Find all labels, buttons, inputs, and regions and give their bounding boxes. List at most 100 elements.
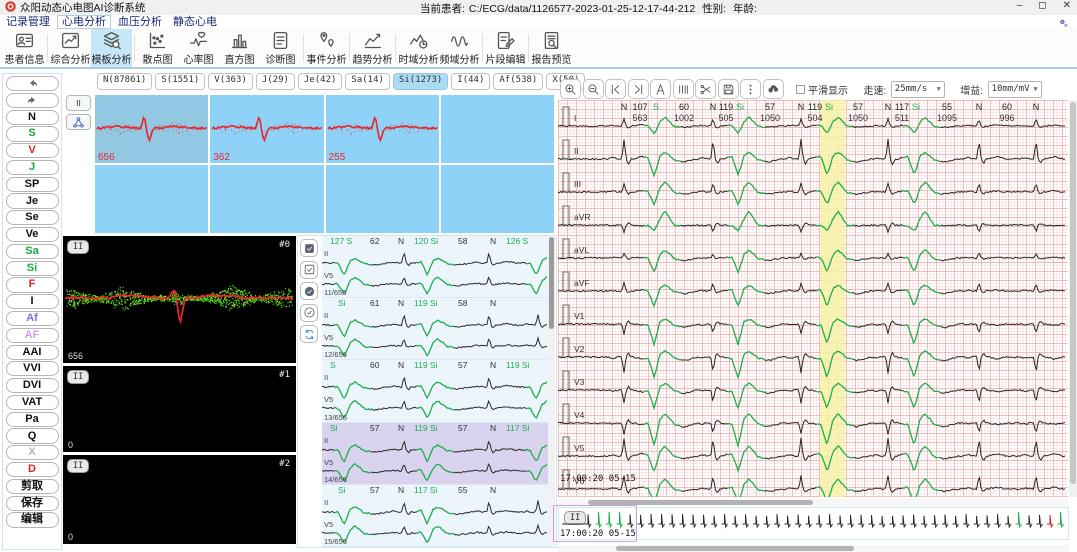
confirm-all-button[interactable] (300, 282, 318, 300)
panel-lead-button[interactable]: II (67, 459, 89, 473)
sidebar-class-button-编辑[interactable]: 编辑 (6, 512, 59, 527)
refresh-button[interactable] (300, 325, 318, 343)
undo-button[interactable] (6, 76, 59, 91)
rhythm-strip[interactable]: II 17:00:20 05-15 (558, 507, 1069, 540)
sidebar-class-button-V[interactable]: V (6, 143, 59, 158)
menu-item-4[interactable]: 静态心电 (169, 16, 221, 28)
sidebar-class-button-X[interactable]: X (6, 445, 59, 460)
template-tab-8[interactable]: I(44) (451, 73, 490, 90)
panel-lead-button[interactable]: II (67, 370, 89, 384)
smooth-display-checkbox[interactable] (796, 85, 805, 94)
toolbar-button-freqdomain[interactable]: 频域分析 (439, 29, 480, 67)
sidebar-class-button-SP[interactable]: SP (6, 177, 59, 192)
template-tab-3[interactable]: V(363) (208, 73, 253, 90)
close-button[interactable]: ✕ (1063, 0, 1071, 11)
scrollbar-thumb[interactable] (616, 546, 854, 551)
bars-button[interactable] (673, 79, 694, 99)
beat-strip-13[interactable]: S60N119 Si57N119 SiIIV513/656 (322, 360, 548, 422)
ecg-vertical-scrollbar[interactable] (1069, 100, 1077, 497)
template-tab-9[interactable]: Af(538) (493, 73, 543, 90)
template-tab-1[interactable]: N(87861) (97, 73, 152, 90)
sidebar-class-button-Q[interactable]: Q (6, 428, 59, 443)
sidebar-class-button-Ve[interactable]: Ve (6, 227, 59, 242)
sidebar-class-button-Sa[interactable]: Sa (6, 244, 59, 259)
template-cell-8[interactable] (441, 165, 554, 233)
toolbar-button-segmentedit[interactable]: 片段编辑 (485, 29, 526, 67)
maximize-button[interactable]: ◻ (1038, 0, 1046, 11)
toolbar-button-composite[interactable]: 综合分析 (50, 29, 91, 67)
gain-select[interactable]: 10mm/mV▼ (988, 81, 1042, 98)
toolbar-button-heartrate[interactable]: 心率图 (178, 29, 219, 67)
histogram-panel-2[interactable]: II#20 (63, 455, 296, 544)
sidebar-class-button-VAT[interactable]: VAT (6, 395, 59, 410)
sidebar-class-button-AAI[interactable]: AAI (6, 345, 59, 360)
toolbar-button-reportpreview[interactable]: 报告预览 (531, 29, 572, 67)
beat-list-scrollbar[interactable] (548, 237, 555, 547)
sidebar-class-button-Se[interactable]: Se (6, 210, 59, 225)
minimize-button[interactable]: – (1017, 0, 1023, 11)
sidebar-class-button-Af[interactable]: Af (6, 311, 59, 326)
toolbar-button-event[interactable]: 事件分析 (306, 29, 347, 67)
sidebar-class-button-AF[interactable]: AF (6, 328, 59, 343)
template-lead-button[interactable]: II (66, 95, 91, 111)
confirm-page-button[interactable] (300, 304, 318, 322)
scrollbar-thumb[interactable] (1070, 102, 1076, 484)
template-tab-4[interactable]: J(29) (256, 73, 295, 90)
template-cell-2[interactable]: Si362 (210, 95, 323, 163)
template-tab-6[interactable]: Sa(14) (345, 73, 390, 90)
beat-strip-11[interactable]: 127 S62N120 Si58N126 SIIV511/656 (322, 236, 548, 298)
histogram-panel-0[interactable]: II#0656 (63, 236, 296, 363)
toolbar-button-template[interactable]: 模板分析 (91, 29, 132, 67)
sidebar-class-button-保存[interactable]: 保存 (6, 496, 59, 511)
sidebar-class-button-J[interactable]: J (6, 160, 59, 175)
beat-strip-12[interactable]: Si61N119 Si58NIIV512/656 (322, 298, 548, 360)
template-cell-5[interactable] (95, 165, 208, 233)
template-cell-3[interactable]: Si255 (326, 95, 439, 163)
zoomin-button[interactable] (560, 79, 581, 99)
sidebar-class-button-Pa[interactable]: Pa (6, 412, 59, 427)
sidebar-class-button-剪取[interactable]: 剪取 (6, 479, 59, 494)
sidebar-class-button-N[interactable]: N (6, 110, 59, 125)
menu-item-2[interactable]: 心电分析 (57, 15, 111, 29)
kebab-button[interactable] (740, 79, 761, 99)
save-button[interactable] (718, 79, 739, 99)
toolbar-button-scatter[interactable]: 散点图 (137, 29, 178, 67)
histogram-panel-1[interactable]: II#10 (63, 366, 296, 452)
speed-select[interactable]: 25mm/s▼ (891, 81, 945, 98)
template-cell-4[interactable] (441, 95, 554, 163)
template-cell-6[interactable] (210, 165, 323, 233)
toolbar-button-patient[interactable]: 患者信息 (4, 29, 45, 67)
toolbar-button-timedomain[interactable]: 时域分析 (398, 29, 439, 67)
scissors-button[interactable] (695, 79, 716, 99)
beat-strip-15[interactable]: Si57N117 Si55NIIV515/656 (322, 485, 548, 547)
template-tab-2[interactable]: S(1551) (155, 73, 205, 90)
toolbar-button-diagnosis[interactable]: 诊断图 (260, 29, 301, 67)
template-tab-7[interactable]: Si(1273) (393, 73, 448, 90)
smooth-display-option[interactable]: 平滑显示 (796, 82, 848, 97)
panel-lead-button[interactable]: II (67, 240, 89, 254)
menu-item-3[interactable]: 血压分析 (114, 16, 166, 28)
select-all-checkbox[interactable] (300, 239, 318, 257)
rhythm-horizontal-scrollbar[interactable] (558, 545, 1069, 552)
caliper-button[interactable] (650, 79, 671, 99)
scrollbar-thumb[interactable] (549, 237, 554, 329)
sidebar-class-button-S[interactable]: S (6, 126, 59, 141)
twelve-lead-ecg-view[interactable]: NSNSiNSiNSiNN107563601002119505571050119… (558, 100, 1068, 497)
sidebar-class-button-F[interactable]: F (6, 277, 59, 292)
sidebar-class-button-Si[interactable]: Si (6, 261, 59, 276)
template-tab-5[interactable]: Je(42) (298, 73, 343, 90)
toolbar-button-trend[interactable]: 趋势分析 (352, 29, 393, 67)
sidebar-class-button-VVI[interactable]: VVI (6, 361, 59, 376)
template-cell-7[interactable] (326, 165, 439, 233)
sidebar-class-button-I[interactable]: I (6, 294, 59, 309)
firstpage-button[interactable] (605, 79, 626, 99)
sidebar-class-button-Je[interactable]: Je (6, 193, 59, 208)
clouddownload-button[interactable] (763, 79, 784, 99)
template-cell-1[interactable]: Si656 (95, 95, 208, 163)
sidebar-class-button-DVI[interactable]: DVI (6, 378, 59, 393)
redo-button[interactable] (6, 93, 59, 108)
beat-strip-14[interactable]: Si57N119 Si57N117 SiIIV514/656 (322, 423, 548, 485)
menu-item-1[interactable]: 记录管理 (2, 16, 54, 28)
merge-templates-button[interactable] (66, 114, 91, 130)
select-page-checkbox[interactable] (300, 261, 318, 279)
